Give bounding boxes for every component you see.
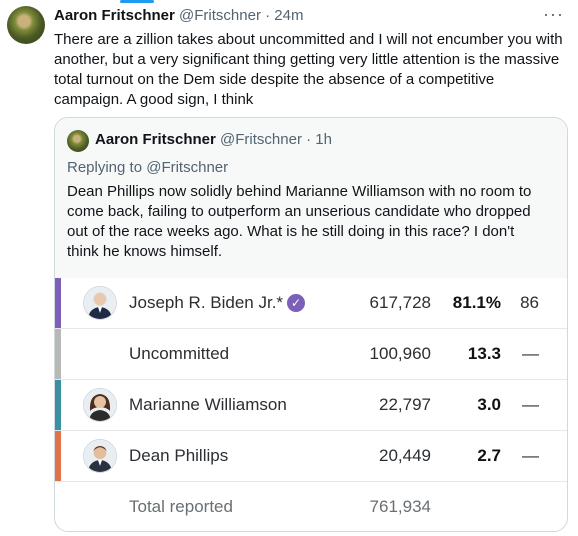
candidate-percent: 81.1% bbox=[452, 293, 501, 312]
candidate-delegates: 86 bbox=[520, 293, 539, 312]
candidate-photo-williamson bbox=[83, 388, 117, 422]
tweet-header: Aaron Fritschner @Fritschner · 24m bbox=[54, 7, 303, 24]
candidate-color-bar bbox=[55, 329, 61, 379]
candidate-delegates: — bbox=[522, 446, 539, 465]
candidate-percent: 13.3 bbox=[467, 344, 501, 363]
author-handle-time[interactable]: @Fritschner · 24m bbox=[179, 7, 303, 24]
candidate-name: Dean Phillips bbox=[129, 446, 229, 465]
candidate-name: Uncommitted bbox=[129, 344, 230, 363]
quoted-author-avatar[interactable] bbox=[67, 130, 89, 152]
total-votes: 761,934 bbox=[369, 497, 431, 516]
candidate-percent: 3.0 bbox=[477, 395, 501, 414]
quoted-tweet[interactable]: Aaron Fritschner @Fritschner · 1h Replyi… bbox=[54, 117, 568, 532]
author-avatar[interactable] bbox=[7, 6, 45, 44]
candidate-delegates: — bbox=[522, 344, 539, 363]
tweet-text: There are a zillion takes about uncommit… bbox=[54, 31, 563, 108]
candidate-name-text: Joseph R. Biden Jr.* bbox=[129, 293, 284, 312]
result-row-williamson: Marianne Williamson 22,797 3.0 — bbox=[55, 380, 567, 431]
top-accent-line bbox=[120, 0, 154, 3]
candidate-color-bar bbox=[55, 278, 61, 328]
candidate-color-bar bbox=[55, 380, 61, 430]
replying-to-prefix: Replying to bbox=[67, 159, 147, 176]
candidate-photo-phillips bbox=[83, 439, 117, 473]
quoted-tweet-text: Dean Phillips now solidly behind Mariann… bbox=[67, 183, 532, 260]
candidate-votes: 22,797 bbox=[379, 395, 431, 414]
candidate-votes: 20,449 bbox=[379, 446, 431, 465]
quoted-tweet-header: Aaron Fritschner @Fritschner · 1h bbox=[95, 131, 332, 148]
result-row-biden: Joseph R. Biden Jr.* ✓ 617,728 81.1% 86 bbox=[55, 278, 567, 329]
quoted-tweet-body: Aaron Fritschner @Fritschner · 1h Replyi… bbox=[55, 118, 567, 278]
candidate-name: Marianne Williamson bbox=[129, 395, 287, 414]
result-row-total: Total reported 761,934 bbox=[55, 482, 567, 531]
candidate-votes: 100,960 bbox=[369, 344, 431, 363]
candidate-color-bar bbox=[55, 431, 61, 481]
more-options-icon[interactable]: ··· bbox=[543, 4, 564, 25]
replying-to-handle[interactable]: @Fritschner bbox=[146, 159, 228, 176]
candidate-percent: 2.7 bbox=[477, 446, 501, 465]
result-row-phillips: Dean Phillips 20,449 2.7 — bbox=[55, 431, 567, 482]
quoted-author-name[interactable]: Aaron Fritschner bbox=[95, 131, 216, 148]
candidate-photo-biden bbox=[83, 286, 117, 320]
quoted-author-handle-time[interactable]: @Fritschner · 1h bbox=[220, 131, 332, 148]
result-row-uncommitted: Uncommitted 100,960 13.3 — bbox=[55, 329, 567, 380]
candidate-delegates: — bbox=[522, 395, 539, 414]
candidate-name: Joseph R. Biden Jr.* ✓ bbox=[129, 293, 306, 313]
total-label: Total reported bbox=[129, 497, 233, 516]
candidate-votes: 617,728 bbox=[369, 293, 431, 312]
author-name[interactable]: Aaron Fritschner bbox=[54, 7, 175, 24]
check-icon: ✓ bbox=[287, 294, 306, 312]
replying-to: Replying to @Fritschner bbox=[67, 159, 228, 176]
